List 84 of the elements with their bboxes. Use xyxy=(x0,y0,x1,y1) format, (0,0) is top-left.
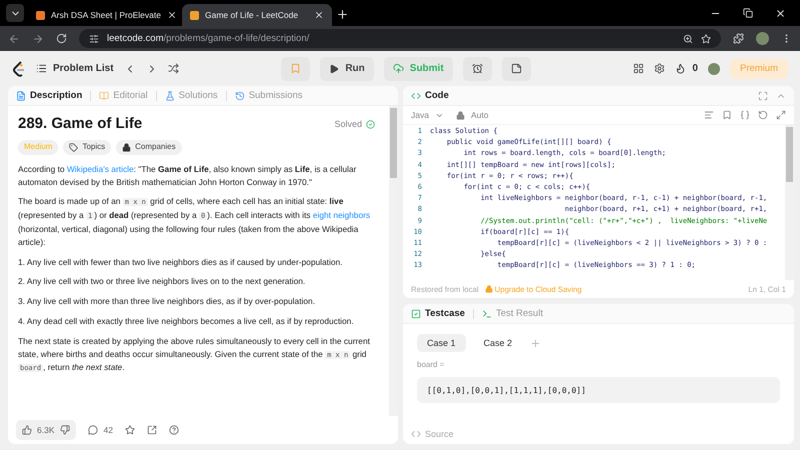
case-tab[interactable]: Case 1 xyxy=(417,334,466,352)
comments-button[interactable]: 42 xyxy=(88,425,113,435)
book-icon xyxy=(99,90,110,100)
code-icon xyxy=(411,90,421,100)
back-icon[interactable] xyxy=(8,32,20,44)
close-icon[interactable] xyxy=(166,10,177,20)
paragraph: According to Wikipedia's article: "The Game of Life, also known simply as Life, is a cellular automaton devised by the British mathematician John Horton Conway in 1970." xyxy=(18,162,358,188)
flask-icon xyxy=(164,90,175,100)
thumbs-up-icon xyxy=(22,425,32,435)
play-icon xyxy=(329,64,340,74)
checkbox-icon xyxy=(411,308,421,318)
check-circle-icon xyxy=(366,120,375,129)
share-icon[interactable] xyxy=(146,425,157,435)
browser-tab[interactable]: Game of Life - LeetCode xyxy=(182,4,332,26)
flame-icon xyxy=(675,63,686,74)
favicon-icon xyxy=(190,10,199,20)
logo-icon[interactable] xyxy=(12,60,26,76)
timer-button[interactable] xyxy=(462,56,492,80)
close-icon[interactable] xyxy=(314,10,324,20)
help-icon[interactable] xyxy=(168,425,179,435)
code-tab[interactable]: Code xyxy=(411,90,449,101)
list-item: 1. Any live cell with fewer than two live neighbors dies as if caused by under-population. xyxy=(18,256,344,268)
bookmark-icon xyxy=(290,63,302,74)
new-tab-icon[interactable] xyxy=(336,8,349,21)
favicon-icon xyxy=(36,10,45,20)
note-icon xyxy=(510,63,522,74)
tag-icon xyxy=(69,142,78,152)
run-button[interactable]: Run xyxy=(320,56,374,80)
tab-search-button[interactable] xyxy=(6,4,24,22)
input-field[interactable]: [[0,1,0],[0,0,1],[1,1,1],[0,0,0]] xyxy=(417,377,780,403)
lock-icon xyxy=(484,285,493,293)
document-icon xyxy=(16,90,26,100)
alarm-clock-icon xyxy=(472,63,483,74)
profile-avatar[interactable] xyxy=(708,62,720,74)
history-icon xyxy=(234,90,245,100)
parameter-label: board = xyxy=(417,360,446,369)
grid-icon[interactable] xyxy=(633,63,644,74)
scrollbar[interactable] xyxy=(785,125,794,280)
extensions-icon[interactable] xyxy=(733,33,744,44)
settings-icon[interactable] xyxy=(654,63,666,74)
format-icon[interactable] xyxy=(704,110,714,120)
profile-avatar[interactable] xyxy=(756,32,769,45)
shuffle-icon[interactable] xyxy=(168,63,179,74)
cloud-upload-icon xyxy=(392,63,404,74)
list-item: 2. Any live cell with two or three live neighbors lives on to the next generation. xyxy=(18,275,306,288)
expand-icon[interactable] xyxy=(776,110,786,120)
zoom-icon[interactable] xyxy=(683,34,693,44)
code-icon xyxy=(411,429,421,439)
text-link[interactable]: Wikipedia's article xyxy=(66,164,134,174)
address-bar[interactable]: leetcode.com/problems/game-of-life/description/ xyxy=(79,29,721,48)
forward-icon[interactable] xyxy=(32,32,44,44)
text-link[interactable]: eight neighbors xyxy=(312,210,370,220)
language-select[interactable]: Java xyxy=(411,110,444,120)
auto-mode[interactable]: Auto xyxy=(456,110,488,120)
streak-counter[interactable]: 0 xyxy=(675,63,698,74)
star-icon[interactable] xyxy=(124,425,135,435)
browser-tab[interactable]: Arsh DSA Sheet | ProElevate xyxy=(28,4,178,26)
close-icon[interactable] xyxy=(775,8,786,18)
notes-button[interactable] xyxy=(502,56,531,80)
lock-icon xyxy=(456,110,465,120)
solved-status: Solved xyxy=(334,118,375,131)
reload-icon[interactable] xyxy=(56,33,67,44)
site-settings-icon[interactable] xyxy=(89,34,99,44)
terminal-icon xyxy=(482,308,492,318)
braces-icon[interactable] xyxy=(740,110,750,120)
list-item: 4. Any dead cell with exactly three live neighbors becomes a live cell, as if by reproduction. xyxy=(18,314,355,328)
lock-icon xyxy=(122,142,132,152)
tag-chip[interactable]: Companies xyxy=(116,140,182,155)
problem-list-link[interactable]: Problem List xyxy=(36,63,114,74)
fullscreen-icon[interactable] xyxy=(758,90,768,100)
restore-icon[interactable] xyxy=(743,8,753,18)
list-item: 3. Any live cell with more than three live neighbors dies, as if by over-population. xyxy=(18,295,316,308)
panel-tab[interactable]: Description xyxy=(16,90,82,101)
reset-icon[interactable] xyxy=(758,110,768,120)
problem-title: 289. Game of Life xyxy=(18,118,142,131)
vote-buttons[interactable]: 6.3K xyxy=(16,420,76,440)
tag-chip[interactable]: Topics xyxy=(63,140,112,155)
thumbs-down-icon xyxy=(60,425,70,435)
case-tab[interactable]: Case 2 xyxy=(474,334,522,352)
panel-tab[interactable]: Testcase xyxy=(411,308,465,319)
scrollbar[interactable] xyxy=(389,106,398,416)
comment-icon xyxy=(88,425,98,435)
list-icon xyxy=(36,63,47,74)
bookmark-icon[interactable] xyxy=(722,110,732,120)
